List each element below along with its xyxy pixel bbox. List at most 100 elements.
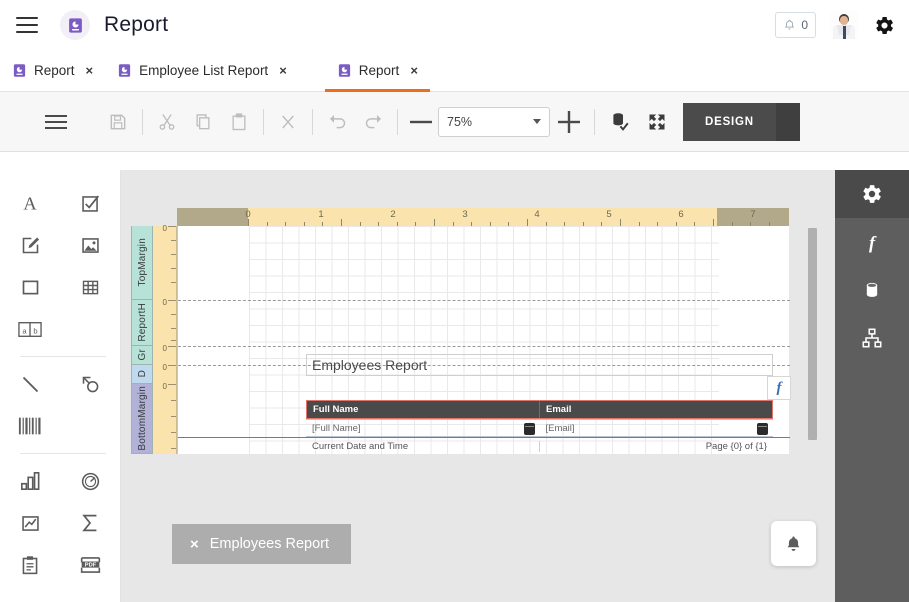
palette-divider — [20, 453, 106, 454]
ruler-label: 7 — [750, 209, 756, 220]
tab-employee-list-report[interactable]: Employee List Report × — [105, 50, 299, 91]
table-grid-icon — [82, 280, 98, 294]
detail-cell[interactable]: [Full Name] — [306, 420, 540, 436]
redo-button[interactable] — [355, 104, 391, 140]
checkbox-tool[interactable] — [60, 182, 120, 224]
chart-tool[interactable] — [0, 460, 60, 502]
fullscreen-button[interactable] — [637, 104, 677, 140]
toolbar-divider — [594, 108, 595, 135]
panel-tool[interactable] — [0, 266, 60, 308]
sparkline-tool[interactable] — [0, 502, 60, 544]
palette-divider — [20, 356, 106, 357]
design-mode-button[interactable]: DESIGN — [683, 102, 776, 141]
page-footer-row[interactable]: Current Date and Time Page {0} of {1} — [306, 438, 773, 454]
report-title-control[interactable]: Employees Report — [306, 354, 773, 376]
avatar[interactable] — [830, 11, 858, 39]
copy-button[interactable] — [185, 104, 221, 140]
text-a-icon: A — [23, 193, 37, 213]
detail-cell[interactable]: [Email] — [540, 420, 774, 436]
table-header-row[interactable]: Full Name Email — [306, 400, 773, 419]
canvas-vertical-scrollbar[interactable] — [808, 228, 817, 440]
barcode-tool[interactable] — [0, 405, 60, 447]
save-button[interactable] — [100, 104, 136, 140]
notifications-button[interactable]: 0 — [775, 12, 816, 38]
expressions-panel-button[interactable]: f — [835, 218, 909, 266]
band-label-text: BottomMargin — [136, 386, 148, 451]
hamburger-icon[interactable] — [16, 17, 38, 33]
notifications-fab[interactable] — [771, 521, 816, 566]
zoom-out-button[interactable] — [404, 104, 438, 140]
toolbar-divider — [397, 108, 398, 135]
zoom-in-button[interactable] — [550, 104, 588, 140]
tab-close-icon[interactable]: × — [86, 63, 94, 78]
svg-text:b: b — [33, 326, 37, 335]
subreport-tool[interactable] — [0, 544, 60, 586]
image-picture-icon — [81, 237, 99, 253]
band-label-column: TopMargin ReportH Gr D BottomMargin — [131, 226, 153, 454]
image-tool[interactable] — [60, 224, 120, 266]
rich-text-pencil-icon — [22, 236, 39, 253]
toolbar-menu-button[interactable] — [38, 104, 74, 140]
notification-count: 0 — [801, 18, 808, 32]
tab-report-1[interactable]: Report × — [0, 50, 105, 91]
report-title-text: Employees Report — [312, 357, 428, 373]
tab-close-icon[interactable]: × — [410, 63, 418, 78]
close-icon[interactable]: × — [190, 536, 199, 553]
open-report-label: Employees Report — [209, 536, 330, 552]
band-separator-topmargin[interactable] — [178, 300, 790, 301]
detail-cell-text: [Email] — [545, 422, 575, 434]
report-tree-panel-button[interactable] — [835, 314, 909, 362]
gauge-tool[interactable] — [60, 460, 120, 502]
table-header-cell[interactable]: Email — [540, 401, 772, 418]
shape-tool[interactable] — [60, 363, 120, 405]
footer-page-number-label[interactable]: Page {0} of {1} — [540, 441, 773, 452]
gauge-icon — [81, 472, 99, 490]
band-label-reportheader[interactable]: ReportH — [131, 300, 153, 346]
paste-button[interactable] — [221, 104, 257, 140]
design-mode-tail[interactable] — [775, 102, 800, 141]
text-tool[interactable]: A — [0, 182, 60, 224]
tab-report-2[interactable]: Report × — [324, 50, 431, 92]
data-panel-button[interactable] — [835, 266, 909, 314]
ruler-label: 2 — [390, 209, 396, 220]
band-separator-reportheader[interactable] — [178, 346, 790, 347]
summary-tool[interactable] — [60, 502, 120, 544]
toolbar-divider — [142, 108, 143, 135]
cross-tab-tool[interactable]: a b — [0, 308, 60, 350]
function-fx-icon[interactable]: f — [767, 376, 791, 400]
band-label-topmargin[interactable]: TopMargin — [131, 226, 153, 300]
cut-button[interactable] — [149, 104, 185, 140]
chevron-down-icon — [533, 119, 541, 124]
line-tool[interactable] — [0, 363, 60, 405]
ruler-label: 0 — [245, 209, 251, 220]
rich-text-tool[interactable] — [0, 224, 60, 266]
table-tool[interactable] — [60, 266, 120, 308]
settings-button[interactable] — [874, 15, 895, 36]
svg-text:A: A — [23, 193, 37, 213]
table-detail-row[interactable]: [Full Name] [Email] — [306, 419, 773, 437]
undo-button[interactable] — [319, 104, 355, 140]
pdf-content-tool[interactable]: PDF — [60, 544, 120, 586]
component-palette: A a b PDF — [0, 170, 120, 602]
band-label-text: TopMargin — [136, 238, 148, 287]
band-label-text: ReportH — [136, 303, 148, 342]
footer-datetime-label[interactable]: Current Date and Time — [306, 440, 540, 452]
table-header-cell[interactable]: Full Name — [307, 401, 540, 418]
ruler-label: 5 — [606, 209, 612, 220]
open-report-chip[interactable]: × Employees Report — [172, 524, 352, 564]
zoom-select[interactable]: 75% — [438, 106, 550, 137]
band-label-groupheader[interactable]: Gr — [131, 346, 153, 365]
properties-panel-button[interactable] — [835, 170, 909, 218]
undo-arrow-icon — [329, 114, 345, 129]
report-page[interactable]: Employees Report Full Name Email [Full N… — [177, 226, 790, 454]
validate-data-button[interactable] — [601, 104, 637, 140]
band-label-detail[interactable]: D — [131, 365, 153, 384]
band-label-text: Gr — [136, 349, 148, 361]
band-label-bottommargin[interactable]: BottomMargin — [131, 384, 153, 454]
cell-handle-icon[interactable] — [757, 423, 768, 435]
report-tab-icon — [119, 64, 131, 77]
delete-button[interactable] — [270, 104, 306, 140]
cell-handle-icon[interactable] — [523, 423, 535, 435]
palette-group-shapes — [0, 363, 120, 447]
tab-close-icon[interactable]: × — [279, 63, 287, 78]
